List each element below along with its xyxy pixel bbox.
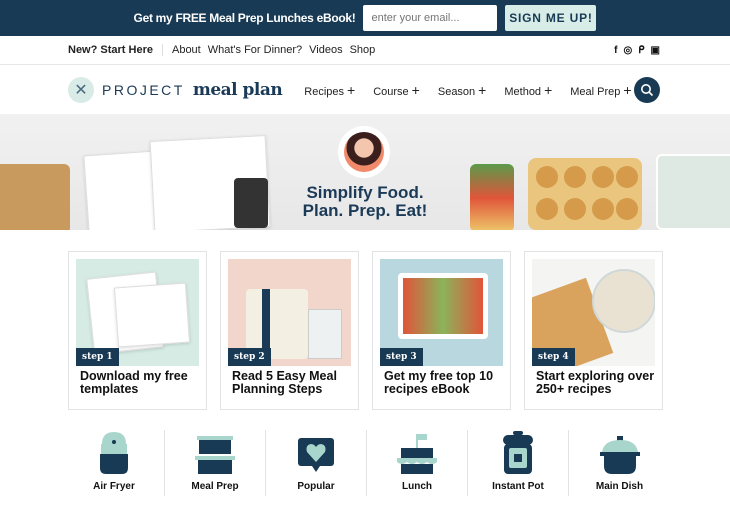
menu-recipes[interactable]: Recipes + bbox=[304, 82, 355, 98]
meal-prep-containers-icon bbox=[195, 436, 235, 474]
instagram-icon[interactable]: ◎ bbox=[624, 45, 633, 56]
step-badge: step 3 bbox=[380, 348, 423, 366]
plus-icon: + bbox=[623, 81, 632, 98]
salad-jar-image bbox=[470, 164, 514, 230]
recipes-image: step 4 bbox=[532, 259, 655, 366]
plus-icon: + bbox=[544, 81, 553, 98]
step-card-4[interactable]: step 4 Start exploring over 250+ recipes bbox=[524, 251, 663, 410]
step-badge: step 2 bbox=[228, 348, 271, 366]
plus-icon: + bbox=[347, 81, 356, 98]
dutch-oven-icon bbox=[599, 436, 640, 474]
step-badge: step 1 bbox=[76, 348, 119, 366]
promo-text: Get my FREE Meal Prep Lunches eBook! bbox=[133, 11, 356, 25]
step-cards: step 1 Download my free templates step 2… bbox=[0, 230, 730, 410]
pinterest-icon[interactable]: ᑭ bbox=[638, 45, 644, 56]
air-fryer-icon bbox=[100, 432, 128, 474]
category-popular[interactable]: Popular bbox=[266, 430, 367, 496]
menu-method[interactable]: Method + bbox=[504, 82, 552, 98]
category-instant-pot[interactable]: Instant Pot bbox=[468, 430, 569, 496]
youtube-icon[interactable]: ▣ bbox=[651, 45, 660, 56]
phone-image bbox=[234, 178, 268, 228]
main-nav: ✕ PROJECT meal plan Recipes + Course + Sea… bbox=[0, 65, 730, 114]
card-title: Start exploring over 250+ recipes bbox=[536, 369, 655, 396]
social-links: f ◎ ᑭ ▣ bbox=[614, 45, 660, 56]
category-meal-prep[interactable]: Meal Prep bbox=[165, 430, 266, 496]
menu-season[interactable]: Season + bbox=[438, 82, 487, 98]
plus-icon: + bbox=[478, 81, 487, 98]
card-title: Download my free templates bbox=[80, 369, 188, 396]
menu-meal-prep[interactable]: Meal Prep + bbox=[570, 82, 631, 98]
hero-banner: Simplify Food. Plan. Prep. Eat! bbox=[0, 114, 730, 230]
nav-link-shop[interactable]: Shop bbox=[350, 44, 376, 56]
category-air-fryer[interactable]: Air Fryer bbox=[64, 430, 165, 496]
menu: Recipes + Course + Season + Method + Meal Pr… bbox=[304, 82, 631, 98]
plus-icon: + bbox=[411, 81, 420, 98]
site-logo[interactable]: ✕ PROJECT meal plan bbox=[68, 76, 283, 103]
top-nav: New? Start Here About What's For Dinner?… bbox=[0, 36, 730, 65]
sandwich-icon bbox=[397, 434, 437, 474]
step-card-3[interactable]: step 3 Get my free top 10 recipes eBook bbox=[372, 251, 511, 410]
email-input[interactable] bbox=[363, 5, 498, 31]
card-title: Get my free top 10 recipes eBook bbox=[384, 369, 494, 396]
card-title: Read 5 Easy Meal Planning Steps bbox=[232, 369, 337, 396]
start-here-link[interactable]: New? Start Here bbox=[68, 44, 163, 56]
instant-pot-icon bbox=[503, 431, 533, 474]
tote-bag-image: step 2 bbox=[228, 259, 351, 366]
category-links: Air Fryer Meal Prep Popular Lunch Instan… bbox=[0, 410, 730, 496]
step-card-1[interactable]: step 1 Download my free templates bbox=[68, 251, 207, 410]
utensils-icon: ✕ bbox=[68, 76, 94, 103]
muffin-tray-image bbox=[528, 158, 642, 230]
category-lunch[interactable]: Lunch bbox=[367, 430, 468, 496]
facebook-icon[interactable]: f bbox=[614, 45, 617, 56]
logo-text-project: PROJECT bbox=[102, 81, 185, 98]
search-icon bbox=[641, 83, 654, 96]
cutting-board-image bbox=[0, 164, 70, 230]
templates-image: step 1 bbox=[76, 259, 199, 366]
step-badge: step 4 bbox=[532, 348, 575, 366]
step-card-2[interactable]: step 2 Read 5 Easy Meal Planning Steps bbox=[220, 251, 359, 410]
heart-speech-icon bbox=[298, 438, 334, 472]
logo-text-meal-plan: meal plan bbox=[192, 79, 283, 100]
ebook-image: step 3 bbox=[380, 259, 503, 366]
promo-bar: Get my FREE Meal Prep Lunches eBook! SIG… bbox=[0, 0, 730, 36]
nav-link-whats-for-dinner[interactable]: What's For Dinner? bbox=[208, 44, 302, 56]
nav-link-videos[interactable]: Videos bbox=[309, 44, 342, 56]
meal-prep-box-image bbox=[656, 154, 730, 230]
category-main-dish[interactable]: Main Dish bbox=[569, 430, 670, 496]
search-button[interactable] bbox=[634, 76, 660, 103]
author-avatar bbox=[338, 126, 390, 178]
nav-link-about[interactable]: About bbox=[172, 44, 201, 56]
menu-course[interactable]: Course + bbox=[373, 82, 420, 98]
sign-up-button[interactable]: SIGN ME UP! bbox=[505, 5, 597, 31]
hero-tagline: Simplify Food. Plan. Prep. Eat! bbox=[302, 183, 428, 220]
